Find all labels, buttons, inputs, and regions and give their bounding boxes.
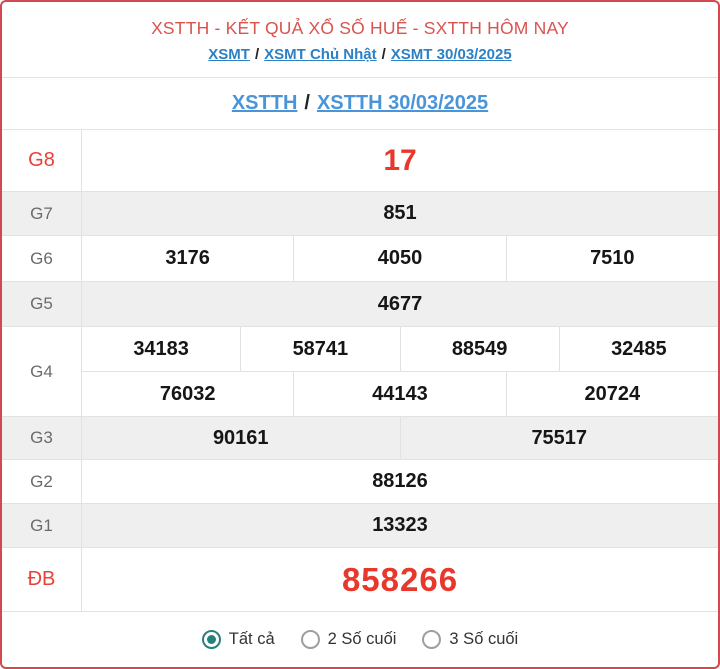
prize-value-g4-6: 44143 xyxy=(293,372,505,416)
prize-label-g3: G3 xyxy=(2,417,82,459)
radio-unselected-icon[interactable] xyxy=(422,630,442,649)
breadcrumb-separator: / xyxy=(254,46,260,63)
header: XSTTH - KẾT QUẢ XỔ SỐ HUẾ - SXTTH HÔM NA… xyxy=(2,2,718,78)
prize-label-g4: G4 xyxy=(2,327,82,416)
breadcrumb-link-xsmt-date[interactable]: XSMT 30/03/2025 xyxy=(391,46,512,63)
prize-label-g1: G1 xyxy=(2,504,82,547)
prize-value-g8: 17 xyxy=(383,143,417,177)
prize-value-g3-2: 75517 xyxy=(399,417,719,459)
prize-value-g4-3: 88549 xyxy=(399,327,559,371)
breadcrumb-separator: / xyxy=(381,46,386,63)
prize-label-g6: G6 xyxy=(2,236,82,281)
prize-row-g5: G5 4677 xyxy=(2,282,718,327)
prize-row-g2: G2 88126 xyxy=(2,460,718,504)
radio-selected-icon[interactable] xyxy=(201,630,221,649)
prize-label-g5: G5 xyxy=(2,282,82,326)
prize-row-g4-line2: 76032 44143 20724 xyxy=(82,372,718,416)
filter-option-2-digits[interactable]: 2 Số cuối xyxy=(300,630,397,649)
filter-options: Tất cả 2 Số cuối 3 Số cuối xyxy=(2,612,718,667)
breadcrumb-link-xsmt-chu-nhat[interactable]: XSMT Chủ Nhật xyxy=(264,46,377,63)
filter-option-all[interactable]: Tất cả xyxy=(201,630,275,649)
prize-row-g4: G4 34183 58741 88549 32485 76032 44143 2… xyxy=(2,327,718,417)
subheader-separator: / xyxy=(304,92,310,114)
prize-value-db: 858266 xyxy=(341,560,459,598)
prize-row-g3: G3 90161 75517 xyxy=(2,417,718,460)
prize-label-g8: G8 xyxy=(2,130,82,191)
prize-value-g4-2: 58741 xyxy=(240,327,399,371)
prize-value-g6-2: 4050 xyxy=(293,236,505,281)
lottery-results-card: XSTTH - KẾT QUẢ XỔ SỐ HUẾ - SXTTH HÔM NA… xyxy=(0,0,720,669)
filter-option-all-label[interactable]: Tất cả xyxy=(229,630,275,649)
prize-value-g7: 851 xyxy=(383,202,417,224)
prize-label-g2: G2 xyxy=(2,460,82,503)
prize-value-g2: 88126 xyxy=(372,470,428,492)
prize-row-g7: G7 851 xyxy=(2,192,718,236)
prize-value-g5: 4677 xyxy=(377,292,423,315)
breadcrumb-link-xsmt[interactable]: XSMT xyxy=(208,46,250,63)
prize-label-db: ĐB xyxy=(2,548,82,611)
prize-value-g6-3: 7510 xyxy=(505,236,718,281)
filter-option-3-digits-label[interactable]: 3 Số cuối xyxy=(449,630,518,649)
radio-unselected-icon[interactable] xyxy=(300,630,320,649)
prize-value-g1: 13323 xyxy=(372,514,428,536)
prize-value-g4-7: 20724 xyxy=(505,372,718,416)
prize-value-g4-5: 76032 xyxy=(159,382,216,405)
filter-option-2-digits-label[interactable]: 2 Số cuối xyxy=(328,630,397,649)
subheader-link-xstth[interactable]: XSTTH xyxy=(232,92,298,115)
results-table: G8 17 G7 851 G6 3176 4050 7510 G5 4677 G… xyxy=(2,130,718,612)
prize-value-g4-1: 34183 xyxy=(133,337,189,360)
prize-row-g6: G6 3176 4050 7510 xyxy=(2,236,718,282)
prize-value-g4-4: 32485 xyxy=(558,327,718,371)
subheader: XSTTH / XSTTH 30/03/2025 xyxy=(2,78,718,130)
prize-row-g1: G1 13323 xyxy=(2,504,718,548)
breadcrumb: XSMT / XSMT Chủ Nhật / XSMT 30/03/2025 xyxy=(208,46,511,63)
prize-label-g7: G7 xyxy=(2,192,82,235)
prize-value-g6-1: 3176 xyxy=(165,247,210,269)
page-title: XSTTH - KẾT QUẢ XỔ SỐ HUẾ - SXTTH HÔM NA… xyxy=(151,18,569,38)
prize-row-g8: G8 17 xyxy=(2,130,718,192)
filter-option-3-digits[interactable]: 3 Số cuối xyxy=(422,630,518,649)
subheader-link-xstth-date[interactable]: XSTTH 30/03/2025 xyxy=(317,92,488,115)
prize-row-db: ĐB 858266 xyxy=(2,548,718,612)
prize-row-g4-line1: 34183 58741 88549 32485 xyxy=(82,327,718,372)
prize-value-g3-1: 90161 xyxy=(212,426,269,449)
